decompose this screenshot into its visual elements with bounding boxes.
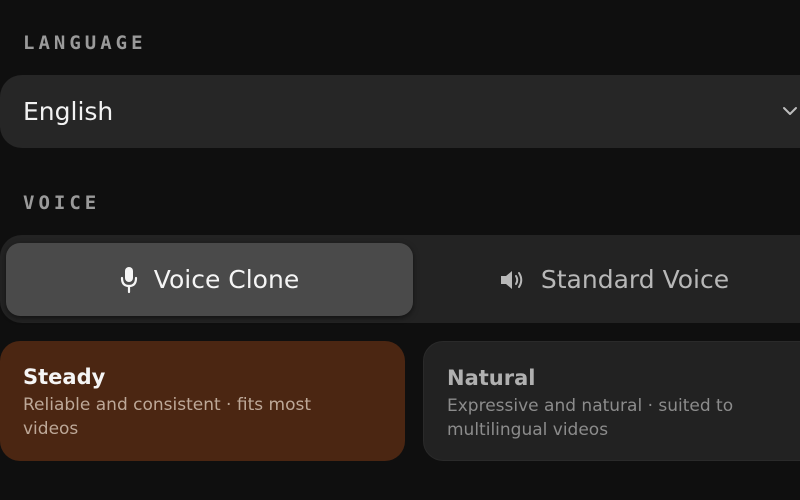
speaker-icon <box>500 270 523 289</box>
language-select[interactable]: English <box>0 75 800 148</box>
language-select-value: English <box>23 97 114 126</box>
chevron-down-icon <box>783 107 797 115</box>
style-card-natural[interactable]: Natural Expressive and natural · suited … <box>423 341 800 461</box>
style-card-description: Reliable and consistent · fits most vide… <box>23 395 311 439</box>
voice-clone-tab[interactable]: Voice Clone <box>6 243 413 316</box>
voice-section-label: VOICE <box>23 192 101 214</box>
language-section-label: LANGUAGE <box>23 32 147 54</box>
microphone-icon <box>120 266 137 293</box>
voice-clone-label: Voice Clone <box>153 265 300 294</box>
style-card-steady[interactable]: Steady Reliable and consistent · fits mo… <box>0 341 405 461</box>
style-card-title: Steady <box>23 365 106 389</box>
voice-type-segmented-control: Voice Clone Standard Voice <box>0 235 800 323</box>
standard-voice-tab[interactable]: Standard Voice <box>414 243 800 316</box>
style-card-description: Expressive and natural · suited to multi… <box>447 396 734 440</box>
voice-settings-panel: LANGUAGE English VOICE Voice Clone Stand… <box>0 0 800 500</box>
standard-voice-label: Standard Voice <box>540 265 730 294</box>
style-card-title: Natural <box>447 366 536 390</box>
